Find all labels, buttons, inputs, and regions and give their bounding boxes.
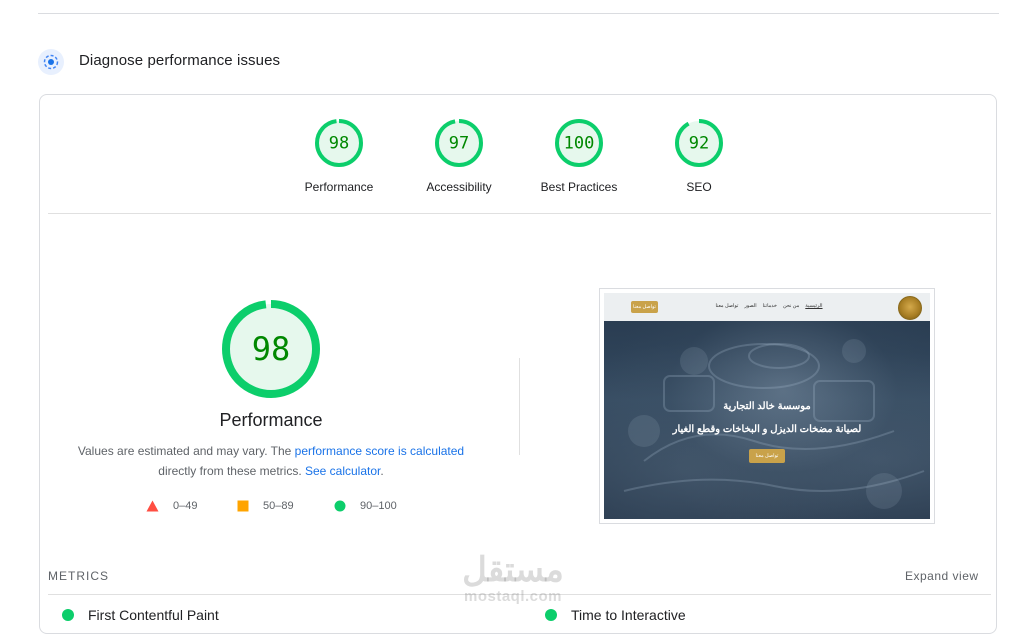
page-screenshot[interactable]: تواصل معنا الرئيسية من نحن خدماتنا الصور… (599, 288, 935, 524)
pass-dot-icon (545, 609, 557, 621)
gauge-label: Best Practices (540, 180, 618, 194)
gauge-label: SEO (686, 180, 712, 194)
screenshot-subheading: لصيانة مضخات الديزل و البخاخات وقطع الغي… (672, 424, 862, 435)
desc-text: Values are estimated and may vary. The (77, 444, 295, 458)
gauge-accessibility[interactable]: 97 Accessibility (399, 118, 519, 194)
gauge-seo[interactable]: 92 SEO (639, 118, 759, 194)
screenshot-nav-link: خدماتنا (762, 303, 777, 309)
desc-text: directly from these metrics. (158, 463, 305, 478)
legend-range: 90–100 (360, 500, 397, 512)
vertical-divider (519, 358, 520, 455)
legend-range: 0–49 (173, 500, 198, 512)
screenshot-nav-link: الرئيسية (805, 303, 823, 309)
gauge-best-practices[interactable]: 100 Best Practices (519, 118, 639, 194)
performance-description: Values are estimated and may vary. The p… (60, 442, 482, 481)
legend-average: 50–89 (237, 500, 294, 512)
section-title: Diagnose performance issues (79, 52, 281, 69)
watermark: مستقل mostaql.com (448, 551, 578, 605)
expand-view-button[interactable]: Expand view (905, 569, 979, 583)
performance-title: Performance (219, 410, 323, 430)
screenshot-navbar: تواصل معنا الرئيسية من نحن خدماتنا الصور… (604, 293, 930, 321)
gauge-label: Performance (304, 180, 374, 194)
svg-text:98: 98 (329, 134, 349, 154)
gauge-performance[interactable]: 98 Performance (279, 118, 399, 194)
screenshot-logo (898, 296, 922, 320)
score-ring: 98 (315, 119, 363, 167)
legend-fail: 0–49 (146, 500, 197, 512)
score-ring: 100 (555, 119, 603, 167)
screenshot-heading: موسسة خالد التجارية (723, 401, 811, 412)
triangle-icon (146, 500, 159, 512)
circle-icon (334, 500, 346, 512)
screenshot-nav-link: الصور (744, 303, 757, 309)
screenshot-nav-link: تواصل معنا (715, 303, 739, 309)
metrics-title: METRICS (48, 569, 109, 583)
screenshot-hero-button: تواصل معنا (749, 449, 785, 463)
desc-text: . (380, 463, 384, 478)
diagnose-icon (38, 49, 64, 75)
screenshot-nav-links: الرئيسية من نحن خدماتنا الصور تواصل معنا (714, 303, 824, 309)
score-ring: 92 (675, 119, 723, 167)
watermark-latin: mostaql.com (463, 588, 563, 605)
main-score-ring: 98 (222, 300, 320, 398)
engine-image (623, 339, 925, 509)
score-ring: 97 (435, 119, 483, 167)
watermark-arabic: مستقل (462, 551, 564, 589)
svg-text:97: 97 (449, 134, 469, 154)
card-divider (48, 213, 991, 214)
gauge-label: Accessibility (426, 180, 492, 194)
legend-range: 50–89 (263, 500, 294, 512)
pass-dot-icon (62, 609, 74, 621)
legend-pass: 90–100 (334, 500, 397, 512)
screenshot-nav-button: تواصل معنا (631, 301, 658, 313)
performance-score-link[interactable]: performance score is calculated (295, 444, 464, 458)
square-icon (237, 500, 249, 512)
screenshot-nav-link: من نحن (782, 303, 800, 309)
svg-text:98: 98 (252, 330, 291, 368)
svg-text:100: 100 (564, 134, 595, 154)
main-score-gauge: 98 (220, 298, 322, 405)
screenshot-hero: موسسة خالد التجارية لصيانة مضخات الديزل … (604, 321, 930, 519)
see-calculator-link[interactable]: See calculator (305, 464, 380, 478)
top-divider (38, 13, 999, 14)
svg-text:92: 92 (689, 134, 709, 154)
